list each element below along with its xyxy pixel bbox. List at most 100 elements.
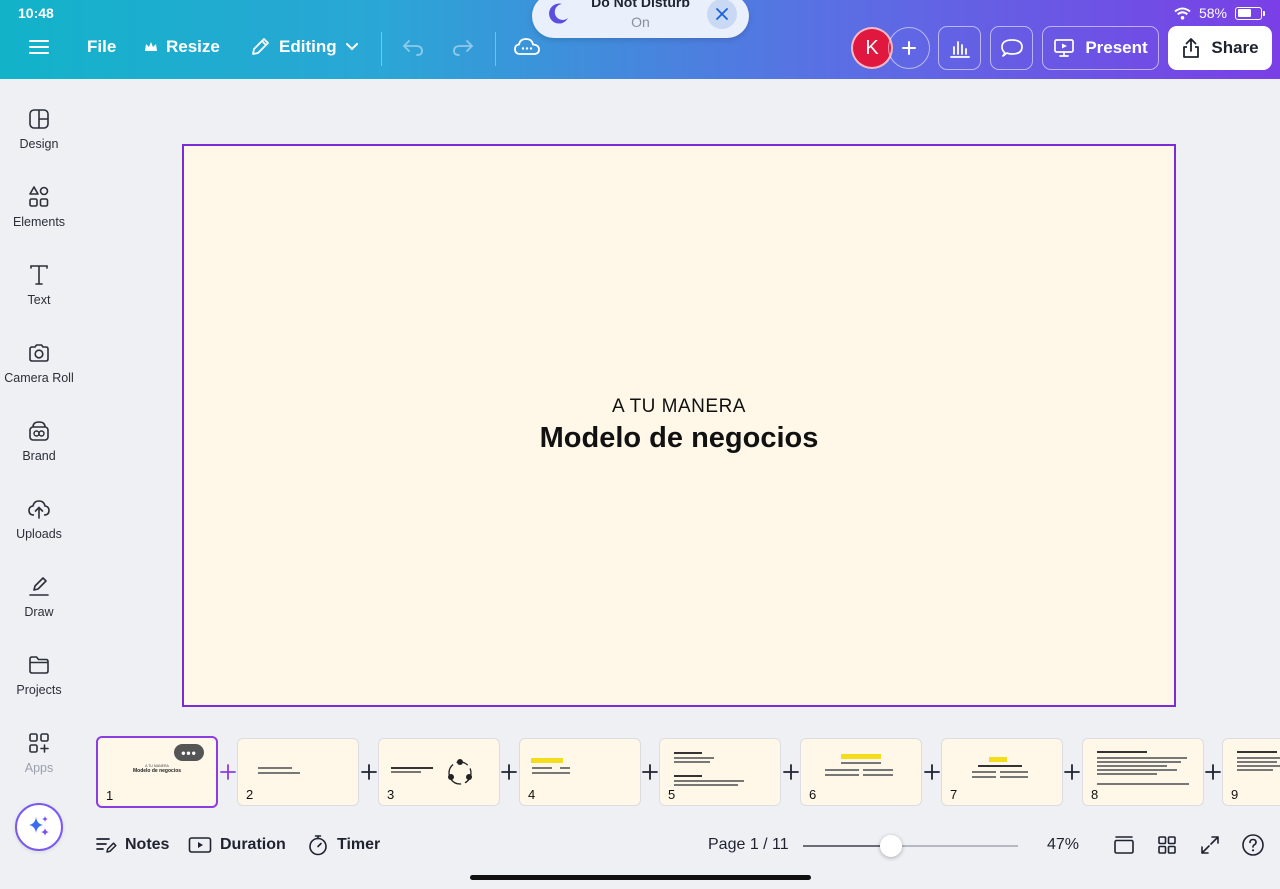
menu-button[interactable] [28, 30, 50, 64]
chevron-down-icon [345, 43, 358, 51]
sidebar-item-camera-roll[interactable]: Camera Roll [0, 335, 78, 407]
sidebar-item-apps[interactable]: Apps [0, 725, 78, 797]
sidebar-label: Text [27, 293, 51, 307]
sidebar-item-draw[interactable]: Draw [0, 569, 78, 641]
undo-button[interactable] [402, 30, 424, 64]
insights-button[interactable] [938, 26, 981, 70]
thumb-text-line [560, 767, 570, 769]
sidebar-label: Camera Roll [4, 371, 74, 385]
duration-button[interactable]: Duration [188, 833, 286, 857]
toolbar-divider [381, 32, 382, 66]
status-indicators: 58% [1174, 5, 1265, 21]
add-page-button[interactable] [1061, 761, 1083, 783]
timer-button[interactable]: Timer [307, 833, 380, 857]
add-collaborator-button[interactable] [888, 27, 930, 69]
page-kicker-text[interactable]: A TU MANERA [184, 396, 1174, 418]
sidebar-item-brand[interactable]: Brand [0, 413, 78, 485]
sidebar-label: Uploads [16, 527, 62, 541]
page-thumbnail-4[interactable]: 4 [519, 738, 641, 806]
page-number: 1 [106, 788, 114, 803]
sidebar-item-uploads[interactable]: Uploads [0, 491, 78, 563]
sidebar-item-text[interactable]: Text [0, 257, 78, 329]
share-icon [1183, 38, 1200, 58]
add-page-button[interactable] [358, 761, 380, 783]
elements-icon [29, 186, 49, 207]
thumb-text-line [1097, 751, 1147, 753]
page-thumbnail-9[interactable]: 9 [1222, 738, 1280, 806]
add-page-button[interactable] [639, 761, 661, 783]
add-page-button[interactable] [921, 761, 943, 783]
plus-icon [1064, 764, 1080, 780]
zoom-slider[interactable] [803, 835, 1018, 857]
cycle-illustration-icon [448, 759, 472, 785]
add-page-button[interactable] [217, 761, 239, 783]
plus-icon [924, 764, 940, 780]
plus-icon [902, 41, 916, 55]
sidebar-label: Elements [12, 215, 66, 229]
fullscreen-button[interactable] [1198, 833, 1222, 857]
thumb-text-line [532, 767, 552, 769]
page-number: 3 [387, 787, 395, 802]
thumb-text-line [1097, 757, 1187, 759]
thumb-text-line [258, 767, 292, 769]
thumb-text-line [674, 775, 702, 777]
page-thumbnail-7[interactable]: 7 [941, 738, 1063, 806]
grid-view-button[interactable] [1155, 833, 1179, 857]
thumb-text-line [1097, 761, 1181, 763]
sidebar-label: Apps [24, 761, 54, 775]
thumb-text-line [258, 772, 300, 774]
file-menu[interactable]: File [87, 30, 116, 64]
page-number: 6 [809, 787, 817, 802]
page-thumbnail-8[interactable]: 8 [1082, 738, 1204, 806]
thumb-text-line [1237, 751, 1277, 753]
zoom-level[interactable]: 47% [1047, 836, 1079, 854]
notes-button[interactable]: Notes [95, 833, 169, 857]
redo-button[interactable] [452, 30, 474, 64]
thumb-text-line [1000, 771, 1028, 773]
magic-assistant-button[interactable] [15, 803, 63, 851]
page-options-button[interactable]: ••• [174, 744, 204, 761]
present-button[interactable]: Present [1042, 26, 1159, 70]
battery-percent: 58% [1198, 5, 1227, 21]
dnd-close-button[interactable] [707, 0, 737, 29]
thumb-text-line [1237, 765, 1280, 767]
zoom-slider-handle[interactable] [880, 835, 903, 857]
add-page-button[interactable] [1202, 761, 1224, 783]
cloud-sync-button[interactable] [514, 30, 540, 64]
add-page-button[interactable] [498, 761, 520, 783]
add-page-button[interactable] [780, 761, 802, 783]
comments-button[interactable] [990, 26, 1033, 70]
thumb-highlight [989, 757, 1007, 762]
plus-icon [1205, 764, 1221, 780]
page-thumbnail-6[interactable]: 6 [800, 738, 922, 806]
thumb-text-line [674, 784, 738, 786]
design-page[interactable]: A TU MANERA Modelo de negocios [182, 144, 1176, 707]
notes-icon [96, 838, 117, 853]
camera-icon [29, 344, 49, 362]
page-thumbnail-1[interactable]: A TU MANERA Modelo de negocios ••• 1 [96, 736, 218, 808]
thumb-text-line [674, 761, 710, 763]
page-number: 8 [1091, 787, 1099, 802]
page-title-text[interactable]: Modelo de negocios [184, 422, 1174, 455]
thumb-text-line [825, 774, 859, 776]
thumb-text-line [863, 769, 893, 771]
page-thumbnail-2[interactable]: 2 [237, 738, 359, 806]
share-button[interactable]: Share [1168, 26, 1272, 70]
page-thumbnail-3[interactable]: 3 [378, 738, 500, 806]
editing-mode-dropdown[interactable]: Editing [249, 30, 359, 64]
sidebar-label: Brand [22, 449, 56, 463]
resize-button[interactable]: Resize [144, 30, 220, 64]
help-button[interactable] [1241, 833, 1265, 857]
page-indicator[interactable]: Page 1 / 11 [708, 836, 789, 854]
page-number: 2 [246, 787, 254, 802]
user-avatar[interactable]: K [851, 27, 893, 69]
battery-icon [1235, 6, 1265, 20]
plus-icon [642, 764, 658, 780]
thumb-text-line [1097, 773, 1157, 775]
home-indicator [470, 875, 811, 880]
page-view-button[interactable] [1112, 833, 1136, 857]
sidebar-item-projects[interactable]: Projects [0, 647, 78, 719]
sidebar-item-elements[interactable]: Elements [0, 179, 78, 251]
sidebar-item-design[interactable]: Design [0, 101, 78, 173]
page-thumbnail-5[interactable]: 5 [659, 738, 781, 806]
